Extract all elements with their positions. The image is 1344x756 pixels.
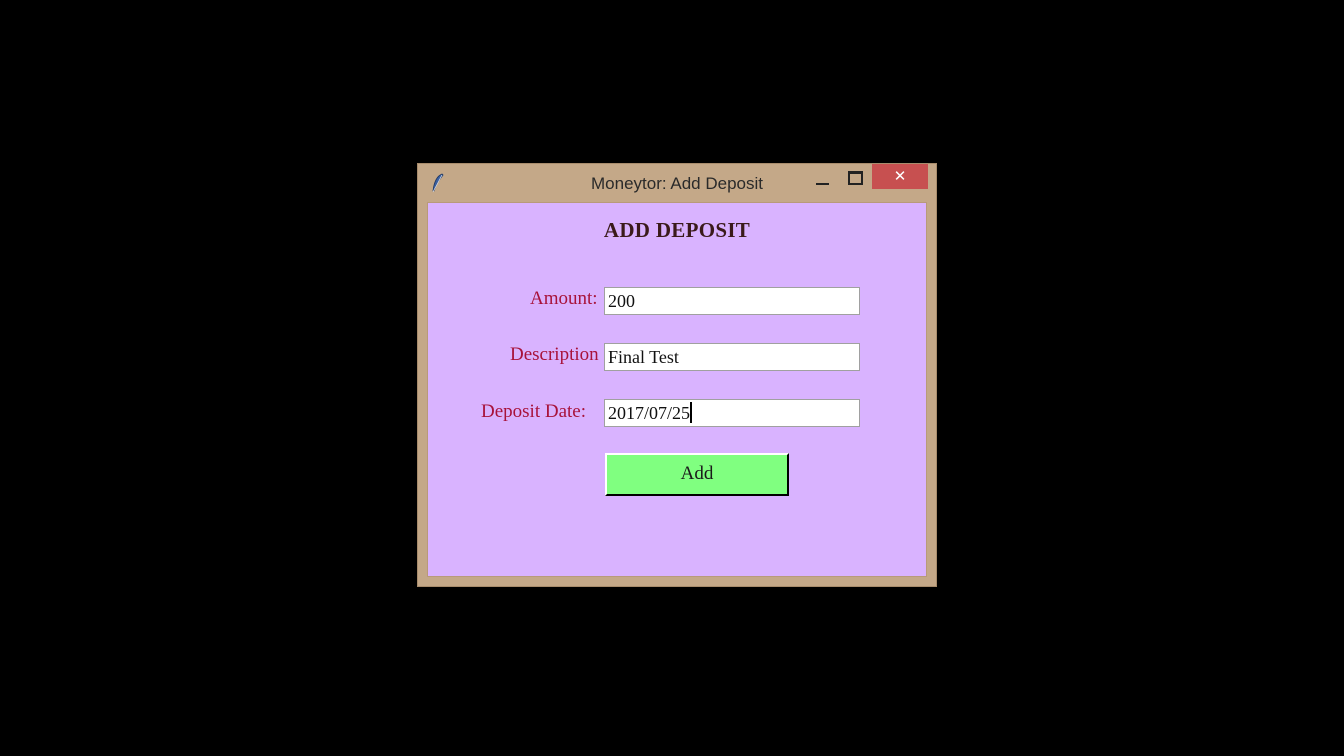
description-value: Final Test <box>608 347 679 367</box>
amount-field[interactable]: 200 <box>604 287 860 315</box>
maximize-icon[interactable] <box>840 167 868 195</box>
app-window: Moneytor: Add Deposit ✕ ADD DEPOSIT Amou… <box>417 163 937 587</box>
deposit-date-value: 2017/07/25 <box>608 403 691 423</box>
deposit-date-field[interactable]: 2017/07/25 <box>604 399 860 427</box>
description-label: Description <box>510 344 599 365</box>
minimize-icon[interactable] <box>808 167 836 195</box>
feather-icon <box>432 173 444 193</box>
title-bar[interactable]: Moneytor: Add Deposit ✕ <box>418 164 936 202</box>
form-panel <box>427 202 927 577</box>
amount-label: Amount: <box>530 288 598 309</box>
description-field[interactable]: Final Test <box>604 343 860 371</box>
page-title: ADD DEPOSIT <box>603 218 751 242</box>
deposit-date-label: Deposit Date: <box>481 401 587 422</box>
text-caret <box>690 402 693 423</box>
close-icon[interactable]: ✕ <box>872 164 928 189</box>
amount-value: 200 <box>608 291 635 311</box>
add-button[interactable]: Add <box>605 453 789 496</box>
